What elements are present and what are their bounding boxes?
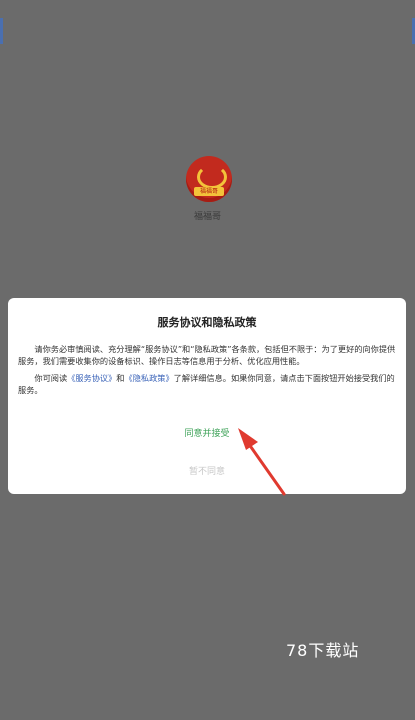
- watermark: 78下载站: [286, 641, 360, 660]
- red-arrow-icon: [238, 428, 286, 496]
